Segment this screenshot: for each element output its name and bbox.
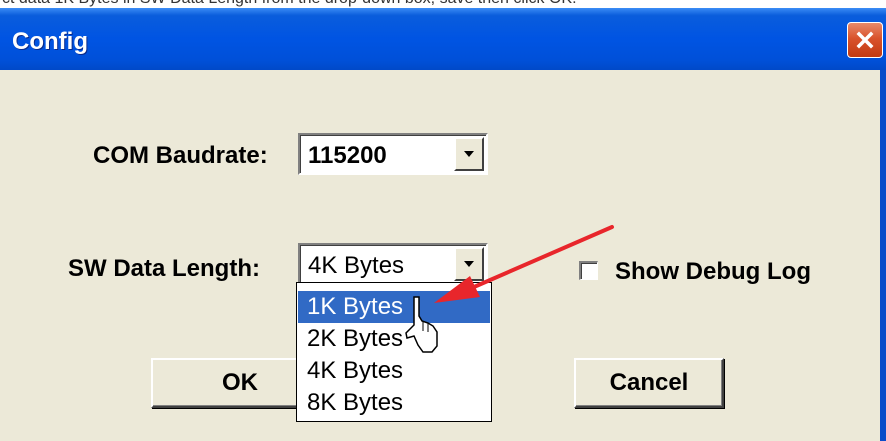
close-icon xyxy=(856,31,874,49)
close-button[interactable] xyxy=(847,22,883,58)
chevron-down-icon xyxy=(464,151,474,157)
dialog-title: Config xyxy=(12,28,88,55)
sw-data-length-dropdown-list[interactable]: 1K Bytes 2K Bytes 4K Bytes 8K Bytes xyxy=(296,282,492,422)
com-baudrate-select[interactable]: 115200 xyxy=(298,133,488,175)
com-baudrate-value: 115200 xyxy=(308,142,387,169)
com-baudrate-label: COM Baudrate: xyxy=(93,142,268,169)
cancel-button-label: Cancel xyxy=(609,369,689,396)
cancel-button[interactable]: Cancel xyxy=(574,358,724,408)
window-frame-right xyxy=(880,70,886,441)
title-bar[interactable]: Config xyxy=(0,8,886,70)
show-debug-log-checkbox[interactable] xyxy=(579,261,598,280)
dropdown-option-8k[interactable]: 8K Bytes xyxy=(298,387,490,419)
dropdown-option-4k[interactable]: 4K Bytes xyxy=(298,355,490,387)
sw-data-length-label: SW Data Length: xyxy=(68,255,260,282)
sw-data-length-value: 4K Bytes xyxy=(308,252,405,279)
com-baudrate-dropdown-button[interactable] xyxy=(454,137,484,171)
chevron-down-icon xyxy=(464,261,474,267)
sw-data-length-select[interactable]: 4K Bytes xyxy=(298,243,488,285)
sw-data-length-dropdown-button[interactable] xyxy=(454,247,484,281)
instruction-text: ct data 1K Bytes in SW Data Length from … xyxy=(2,0,577,8)
show-debug-log-label[interactable]: Show Debug Log xyxy=(615,258,811,286)
dropdown-option-2k[interactable]: 2K Bytes xyxy=(298,323,490,355)
dropdown-option-1k[interactable]: 1K Bytes xyxy=(298,291,490,323)
